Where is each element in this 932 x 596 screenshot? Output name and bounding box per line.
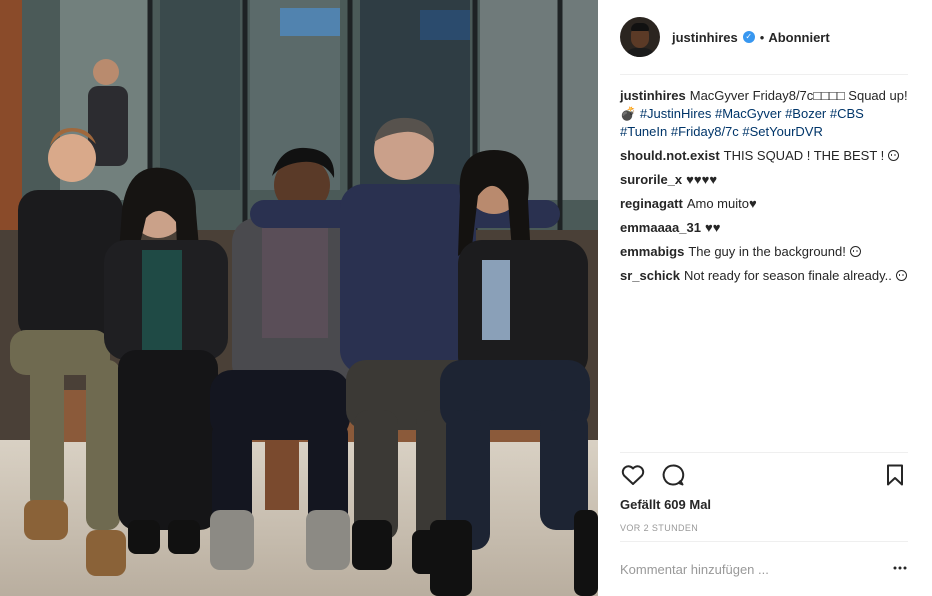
comment-text: THIS SQUAD ! THE BEST ! [723,148,885,163]
comment-username[interactable]: sr_schick [620,268,680,283]
comments-list: justinhires MacGyver Friday8/7c□□□□ Squad… [620,87,908,291]
comment-text: ♥♥ [704,220,721,235]
hashtag-link[interactable]: #MacGyver [715,106,781,121]
header-divider [620,74,908,75]
comment: emmabigs The guy in the background! [620,243,908,261]
verified-badge-icon: ✓ [742,31,755,43]
hashtag-link[interactable]: #JustinHires [640,106,712,121]
comment: should.not.exist THIS SQUAD ! THE BEST ! [620,147,908,165]
post-side-panel: justinhires ✓ • Abonniert justinhires Mac… [598,0,932,596]
hashtag-link[interactable]: #TuneIn [620,124,667,139]
comment: sr_schick Not ready for season finale alr… [620,267,908,285]
bookmark-icon[interactable] [882,462,908,488]
comment-text: ♥♥♥♥ [686,172,718,187]
likes-count[interactable]: Gefällt 609 Mal [620,497,711,512]
post-caption: justinhires MacGyver Friday8/7c□□□□ Squad… [620,87,908,141]
heart-icon[interactable] [620,462,646,488]
post-photo[interactable] [0,0,598,596]
post-header: justinhires ✓ • Abonniert [620,14,908,60]
comment-text: Not ready for season finale already.. [684,268,892,283]
comment: surorile_x ♥♥♥♥ [620,171,908,189]
instagram-post: justinhires ✓ • Abonniert justinhires Mac… [0,0,932,596]
add-comment-input[interactable] [620,556,870,582]
follow-status-button[interactable]: Abonniert [768,30,829,45]
hashtag-link[interactable]: #SetYourDVR [742,124,822,139]
comment-text: The guy in the background! [688,244,846,259]
header-username[interactable]: justinhires [672,30,738,45]
comment: reginagatt Amo muito♥ [620,195,908,213]
comment-username[interactable]: surorile_x [620,172,682,187]
caption-username[interactable]: justinhires [620,88,686,103]
actions-divider [620,452,908,453]
comment-username[interactable]: reginagatt [620,196,683,211]
comment-username[interactable]: should.not.exist [620,148,720,163]
avatar[interactable] [620,17,660,57]
hashtag-link[interactable]: #Friday8/7c [671,124,739,139]
hashtag-link[interactable]: #Bozer [785,106,826,121]
laughing-emoji-icon [849,246,861,257]
comment-username[interactable]: emmaaaa_31 [620,220,701,235]
smiley-emoji-icon [887,150,899,161]
comment-text: Amo muito♥ [686,196,757,211]
post-photo-illustration [0,0,598,596]
comment: emmaaaa_31 ♥♥ [620,219,908,237]
more-options-icon[interactable] [892,560,908,576]
header-separator: • [759,29,765,45]
hashtag-link[interactable]: #CBS [830,106,864,121]
comment-bubble-icon[interactable] [660,462,686,488]
sad-emoji-icon [895,270,907,281]
comment-divider [620,541,908,542]
post-actions [620,462,908,490]
post-timestamp[interactable]: VOR 2 STUNDEN [620,523,698,533]
comment-username[interactable]: emmabigs [620,244,684,259]
